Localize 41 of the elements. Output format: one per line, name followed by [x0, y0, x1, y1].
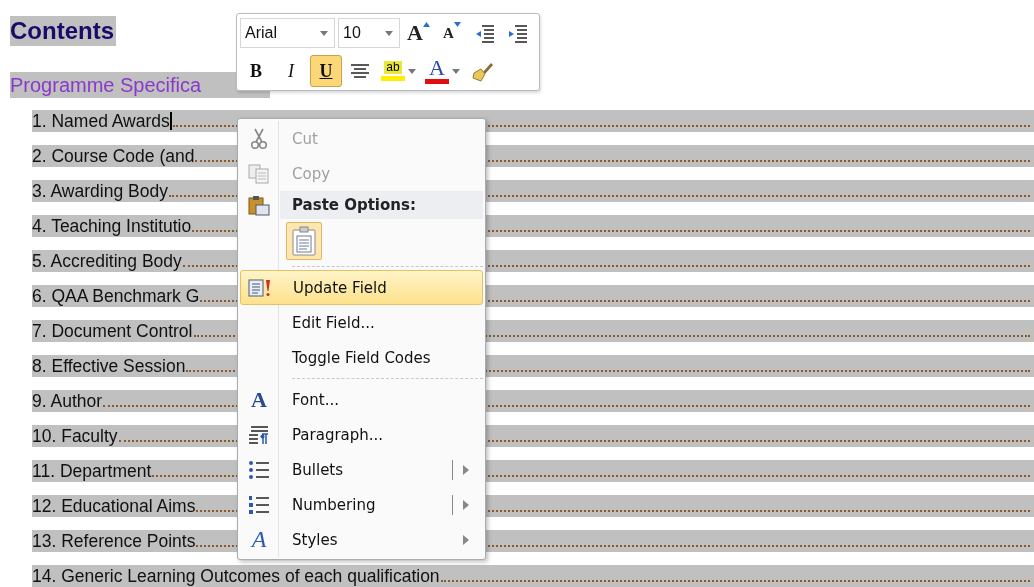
toc-entry-text: 2. Course Code (and: [32, 145, 195, 167]
update-field-icon: [248, 277, 272, 298]
toc-entry-text: 3. Awarding Body: [32, 180, 168, 202]
clipboard-icon: [248, 194, 270, 216]
menu-item[interactable]: Update Field: [240, 270, 483, 305]
toc-entry-text: 13. Reference Points: [32, 530, 196, 552]
paintbrush-icon: [470, 60, 494, 82]
toc-entry-text: 14. Generic Learning Outcomes of each qualification: [32, 565, 440, 587]
down-arrow-icon: [453, 22, 461, 27]
toc-entry-text: 5. Accrediting Body: [32, 250, 182, 272]
font-size-field[interactable]: 10: [338, 18, 400, 48]
increase-indent-icon: [506, 23, 529, 43]
toc-entry-text: 9. Author: [32, 390, 103, 412]
underline-button[interactable]: U: [310, 55, 342, 87]
paragraph-icon: [248, 424, 270, 445]
dropdown-arrow-icon: [320, 30, 328, 36]
center-align-icon: [350, 63, 370, 79]
scissors-icon: [250, 127, 268, 150]
toc-entry-text: 4. Teaching Institutio: [32, 215, 192, 237]
bulleted-list-icon: [248, 459, 270, 480]
font-name-field[interactable]: Arial: [240, 18, 335, 48]
toc-entry-text: 1. Named Awards: [32, 110, 170, 132]
font-color-button[interactable]: A: [422, 55, 463, 87]
toc-entry-text: 7. Document Control: [32, 320, 193, 342]
dropdown-arrow-icon: [385, 30, 393, 36]
toc-entry-text: 10. Faculty: [32, 425, 118, 447]
toc-entry-text: 11. Department: [32, 460, 152, 482]
toc-entry-text: 6. QAA Benchmark G: [32, 285, 200, 307]
copy-icon: [248, 163, 270, 184]
dropdown-arrow-icon: [408, 68, 416, 74]
grow-font-button[interactable]: A: [403, 17, 434, 49]
up-arrow-icon: [422, 22, 430, 27]
numbered-list-icon: [248, 494, 270, 515]
shrink-font-button[interactable]: A: [436, 17, 467, 49]
dropdown-arrow-icon: [452, 68, 460, 74]
italic-button[interactable]: I: [275, 55, 307, 87]
toc-entry[interactable]: 14. Generic Learning Outcomes of each qualification: [32, 565, 1034, 587]
toc-entry-text: 12. Educational Aims: [32, 495, 196, 517]
contents-heading: Contents: [10, 16, 116, 46]
toc-entry-text: 8. Effective Session: [32, 355, 186, 377]
highlight-button[interactable]: ab: [378, 55, 419, 87]
